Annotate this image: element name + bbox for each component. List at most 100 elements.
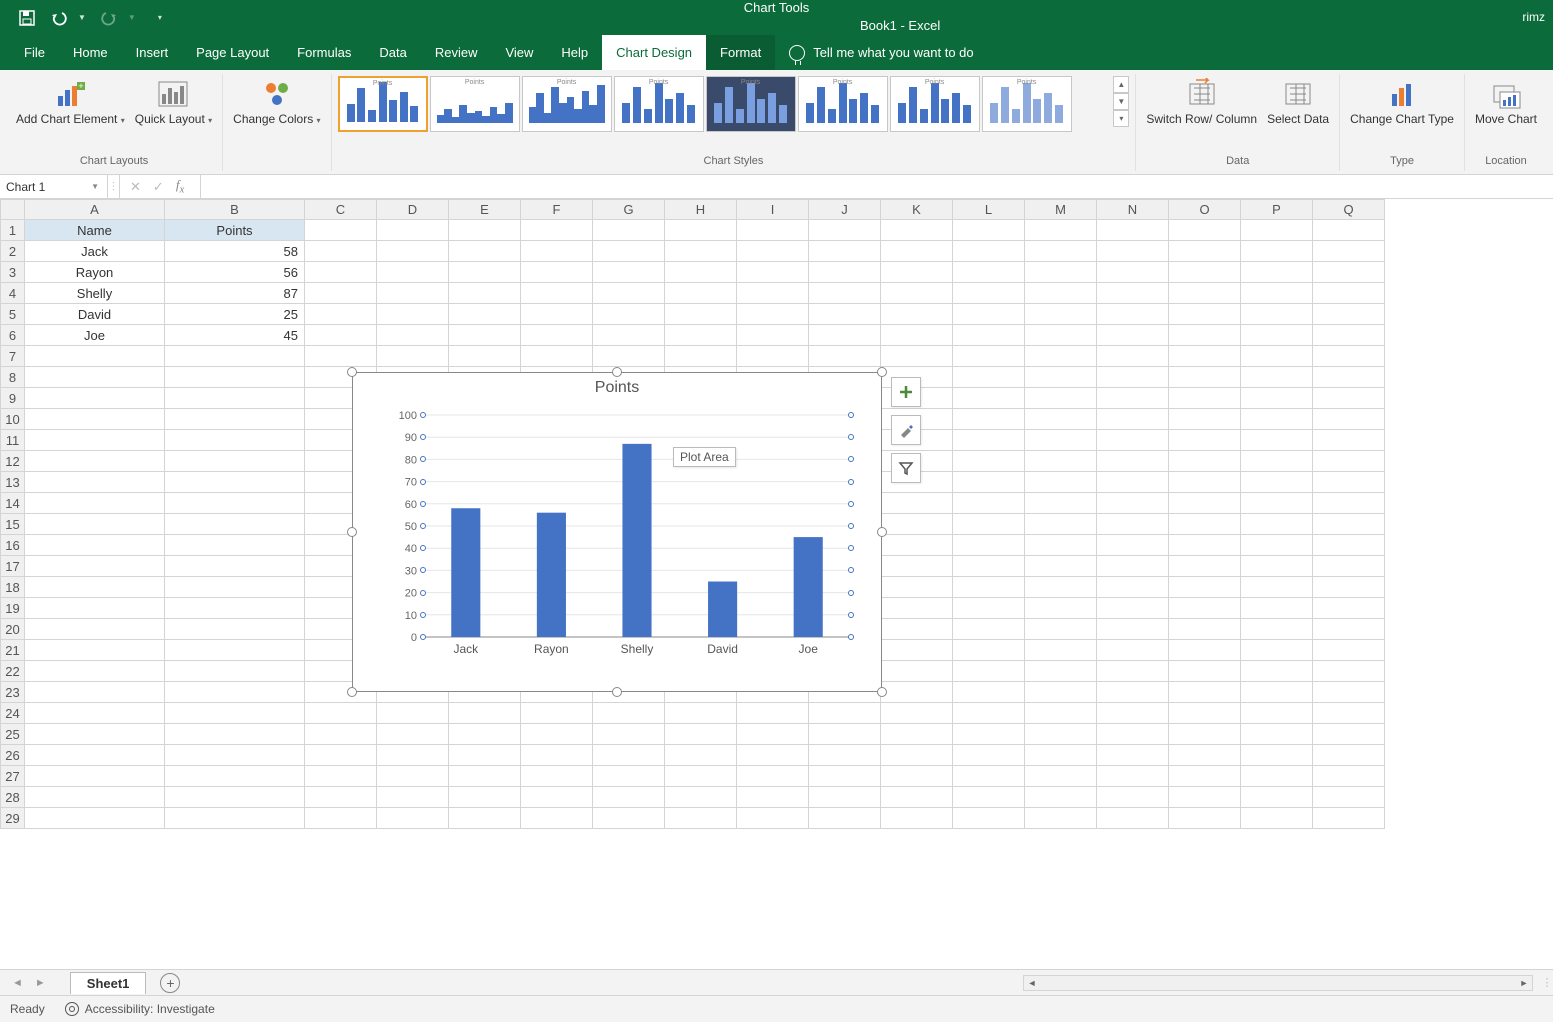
cell[interactable]: [665, 220, 737, 241]
cell[interactable]: [953, 577, 1025, 598]
plot-selection-handle[interactable]: [848, 501, 854, 507]
cell[interactable]: [1097, 661, 1169, 682]
plot-selection-handle[interactable]: [420, 634, 426, 640]
cell[interactable]: [1241, 808, 1313, 829]
chart-style-option[interactable]: Points: [430, 76, 520, 132]
cell[interactable]: [377, 220, 449, 241]
quick-layout-button[interactable]: Quick Layout ▾: [131, 76, 216, 130]
tab-insert[interactable]: Insert: [122, 35, 183, 70]
row-header[interactable]: 24: [1, 703, 25, 724]
cell[interactable]: [377, 346, 449, 367]
row-header[interactable]: 19: [1, 598, 25, 619]
cell[interactable]: [809, 766, 881, 787]
cell[interactable]: [305, 808, 377, 829]
cell[interactable]: [25, 808, 165, 829]
column-header[interactable]: M: [1025, 200, 1097, 220]
cell[interactable]: [881, 220, 953, 241]
cell[interactable]: [449, 262, 521, 283]
row-header[interactable]: 25: [1, 724, 25, 745]
cell[interactable]: [953, 766, 1025, 787]
cell[interactable]: [593, 304, 665, 325]
cell[interactable]: [737, 745, 809, 766]
horizontal-scrollbar[interactable]: ◄ ►: [1023, 975, 1533, 991]
plot-selection-handle[interactable]: [848, 523, 854, 529]
cell[interactable]: [1169, 304, 1241, 325]
row-header[interactable]: 6: [1, 325, 25, 346]
cell[interactable]: [953, 661, 1025, 682]
cell[interactable]: [881, 640, 953, 661]
cell[interactable]: [521, 808, 593, 829]
cell[interactable]: Joe: [25, 325, 165, 346]
cell[interactable]: [1025, 535, 1097, 556]
cell[interactable]: [809, 304, 881, 325]
chart-resize-handle[interactable]: [612, 367, 622, 377]
cell[interactable]: [1241, 451, 1313, 472]
cell[interactable]: [593, 745, 665, 766]
cell[interactable]: [1169, 409, 1241, 430]
cell[interactable]: [1097, 703, 1169, 724]
cell[interactable]: [1169, 325, 1241, 346]
cell[interactable]: [25, 640, 165, 661]
cell[interactable]: [25, 430, 165, 451]
cell[interactable]: [1025, 220, 1097, 241]
cell[interactable]: [1241, 682, 1313, 703]
row-header[interactable]: 21: [1, 640, 25, 661]
enter-formula-icon[interactable]: ✓: [153, 179, 164, 195]
cell[interactable]: [953, 535, 1025, 556]
cell[interactable]: [593, 808, 665, 829]
redo-icon[interactable]: [100, 9, 118, 27]
cell[interactable]: [1169, 346, 1241, 367]
embedded-chart[interactable]: Points 1009080706050403020100JackRayonSh…: [352, 372, 882, 692]
cell[interactable]: [165, 556, 305, 577]
cell[interactable]: [1241, 514, 1313, 535]
cell[interactable]: [305, 346, 377, 367]
cell[interactable]: [1169, 661, 1241, 682]
cell[interactable]: [1241, 283, 1313, 304]
cell[interactable]: [1169, 787, 1241, 808]
sheet-bar-splitter[interactable]: ⋮: [1541, 976, 1553, 989]
cell[interactable]: [1241, 472, 1313, 493]
cell[interactable]: [953, 787, 1025, 808]
cell[interactable]: [1169, 640, 1241, 661]
tab-chart-design[interactable]: Chart Design: [602, 35, 706, 70]
cell[interactable]: [165, 535, 305, 556]
cell[interactable]: [1097, 346, 1169, 367]
row-header[interactable]: 11: [1, 430, 25, 451]
cell[interactable]: [1241, 367, 1313, 388]
row-header[interactable]: 7: [1, 346, 25, 367]
tab-home[interactable]: Home: [59, 35, 122, 70]
cell[interactable]: [165, 619, 305, 640]
cell[interactable]: [1025, 556, 1097, 577]
cell[interactable]: [1097, 514, 1169, 535]
tell-me-search[interactable]: Tell me what you want to do: [775, 35, 987, 70]
cell[interactable]: [25, 514, 165, 535]
cell[interactable]: [1097, 388, 1169, 409]
cell[interactable]: 87: [165, 283, 305, 304]
cell[interactable]: [809, 703, 881, 724]
chart-style-option[interactable]: Points: [706, 76, 796, 132]
switch-row-column-button[interactable]: Switch Row/ Column: [1142, 76, 1261, 128]
cell[interactable]: David: [25, 304, 165, 325]
column-header[interactable]: P: [1241, 200, 1313, 220]
cell[interactable]: [1313, 766, 1385, 787]
column-header[interactable]: O: [1169, 200, 1241, 220]
cell[interactable]: [521, 346, 593, 367]
plot-selection-handle[interactable]: [420, 412, 426, 418]
cell[interactable]: [1097, 787, 1169, 808]
column-header[interactable]: B: [165, 200, 305, 220]
cell[interactable]: [593, 325, 665, 346]
column-header[interactable]: G: [593, 200, 665, 220]
cell[interactable]: [593, 346, 665, 367]
cell[interactable]: [1313, 325, 1385, 346]
cell[interactable]: [1241, 325, 1313, 346]
cell[interactable]: [881, 493, 953, 514]
cell[interactable]: [1097, 619, 1169, 640]
cell[interactable]: [1097, 724, 1169, 745]
plot-selection-handle[interactable]: [848, 612, 854, 618]
cell[interactable]: [881, 283, 953, 304]
row-header[interactable]: 14: [1, 493, 25, 514]
cell[interactable]: [165, 388, 305, 409]
cell[interactable]: [1025, 745, 1097, 766]
chart-style-option[interactable]: Points: [890, 76, 980, 132]
cell[interactable]: [809, 346, 881, 367]
